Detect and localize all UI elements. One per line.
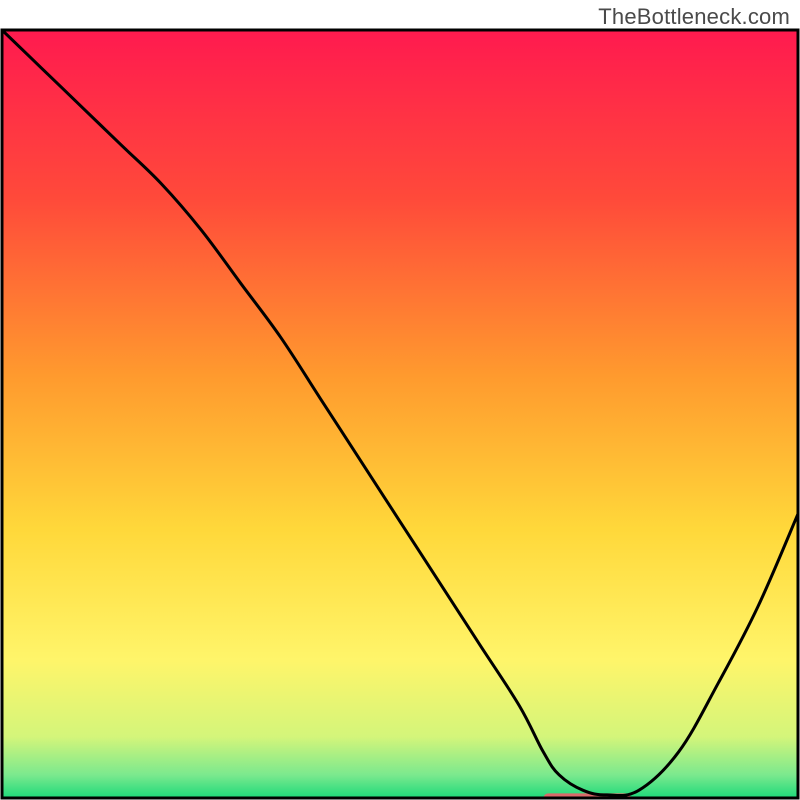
chart-svg <box>0 0 800 800</box>
chart-root: TheBottleneck.com <box>0 0 800 800</box>
watermark-label: TheBottleneck.com <box>598 4 790 30</box>
